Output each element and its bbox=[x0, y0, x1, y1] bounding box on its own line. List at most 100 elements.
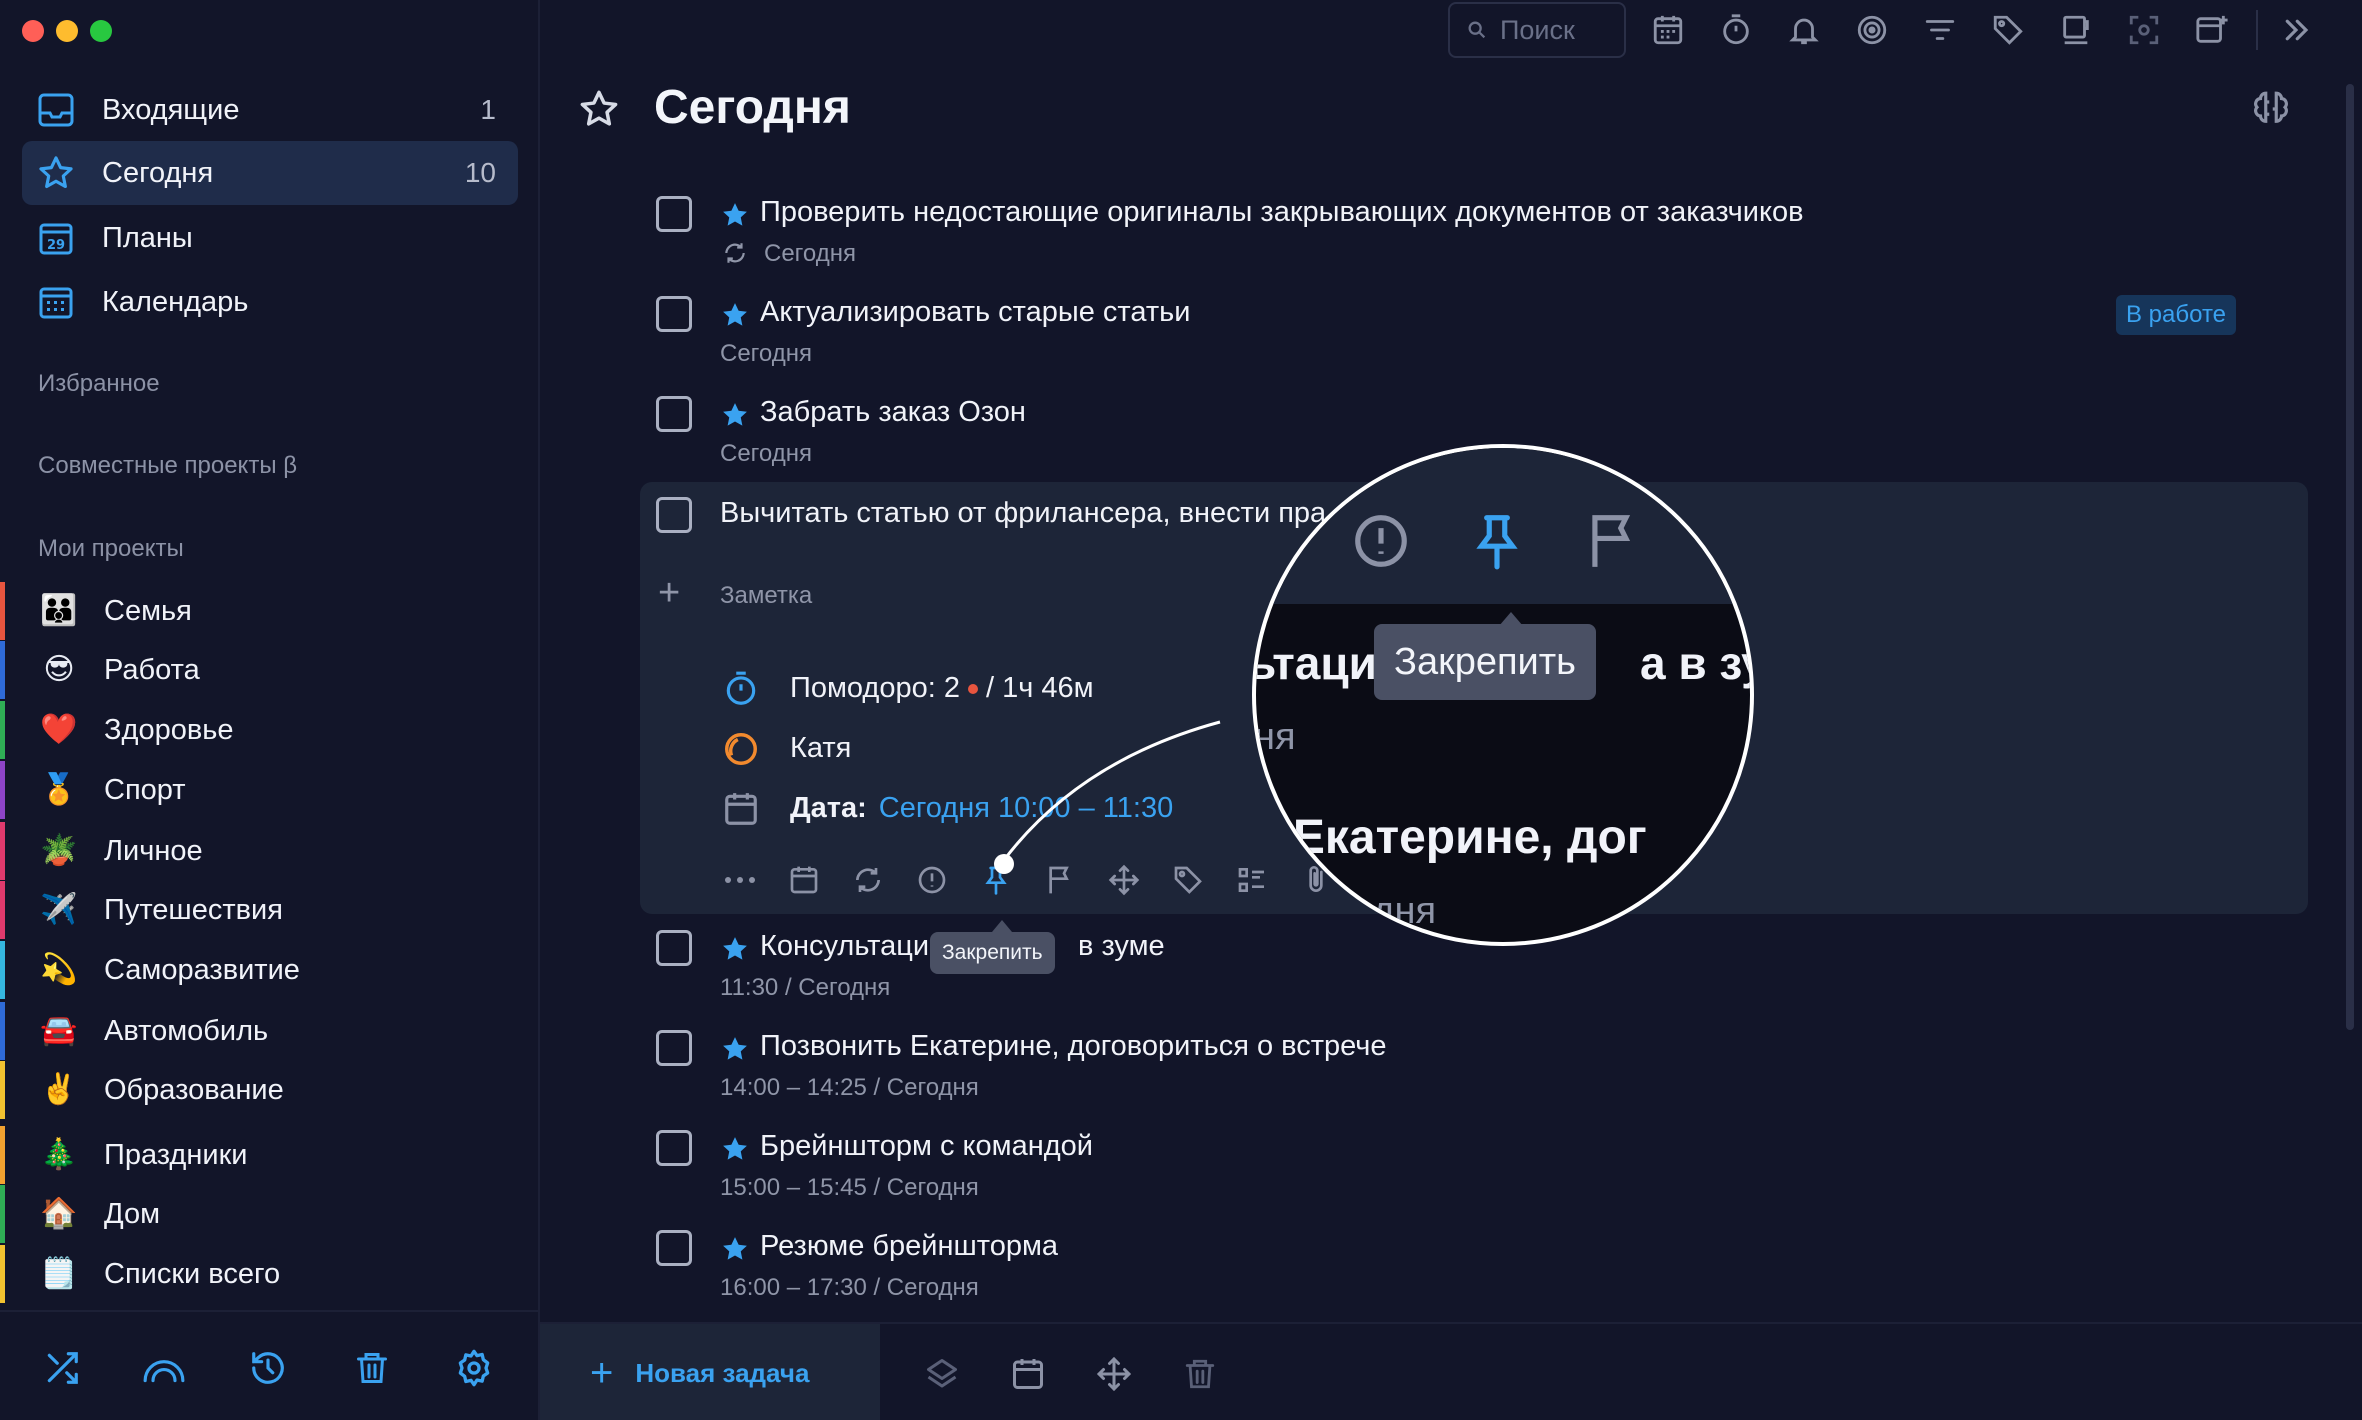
sidebar-item-inbox[interactable]: Входящие 1 bbox=[22, 78, 518, 142]
task-row[interactable]: Брейншторм с командой 15:00 – 15:45 / Се… bbox=[640, 1130, 2310, 1210]
rainbow-icon[interactable] bbox=[142, 1346, 186, 1390]
date-row[interactable]: Дата: Сегодня 10:00 – 11:30 bbox=[790, 792, 1173, 825]
flag-icon[interactable] bbox=[1042, 862, 1078, 898]
project-label: Работа bbox=[104, 653, 200, 686]
project-personal[interactable]: 🪴 Личное bbox=[0, 822, 540, 880]
task-checkbox[interactable] bbox=[656, 1030, 692, 1066]
tag-icon[interactable] bbox=[1988, 10, 2028, 50]
settings-gear-icon[interactable] bbox=[452, 1346, 496, 1390]
project-work[interactable]: 😎 Работа bbox=[0, 641, 540, 699]
new-task-button[interactable]: + Новая задача bbox=[540, 1324, 880, 1420]
task-date: 16:00 – 17:30 / Сегодня bbox=[720, 1274, 979, 1301]
magnified-task-text: а в зум bbox=[1640, 637, 1750, 689]
scrollbar-thumb[interactable] bbox=[2346, 84, 2354, 1030]
calendar-icon[interactable] bbox=[1648, 10, 1688, 50]
move-arrows-icon[interactable] bbox=[1094, 1354, 1134, 1394]
sidebar-bottom-toolbar bbox=[0, 1310, 540, 1420]
sidebar-item-plans[interactable]: 29 Планы bbox=[22, 206, 518, 270]
priority-exclamation-icon[interactable] bbox=[914, 862, 950, 898]
filter-icon[interactable] bbox=[1920, 10, 1960, 50]
project-label: Здоровье bbox=[104, 713, 234, 746]
project-lists[interactable]: 🗒️ Списки всего bbox=[0, 1245, 540, 1303]
task-row[interactable]: Проверить недостающие оригиналы закрываю… bbox=[640, 196, 2310, 276]
search-input[interactable]: Поиск bbox=[1448, 2, 1626, 58]
shuffle-icon[interactable] bbox=[40, 1346, 84, 1390]
task-date: 11:30 / Сегодня bbox=[720, 974, 891, 1001]
project-family[interactable]: 👪 Семья bbox=[0, 582, 540, 640]
project-education[interactable]: ✌️ Образование bbox=[0, 1061, 540, 1119]
brain-icon[interactable] bbox=[2250, 88, 2292, 130]
task-checkbox[interactable] bbox=[656, 930, 692, 966]
calendar-icon[interactable] bbox=[786, 862, 822, 898]
sidebar-item-today[interactable]: Сегодня 10 bbox=[22, 141, 518, 205]
family-emoji-icon: 👪 bbox=[40, 593, 78, 628]
move-arrows-icon[interactable] bbox=[1106, 862, 1142, 898]
checklist-icon[interactable] bbox=[1234, 862, 1270, 898]
assignee-row[interactable]: Катя bbox=[790, 732, 851, 765]
magnified-task-text: ьтаци bbox=[1252, 637, 1377, 689]
focus-target-icon[interactable] bbox=[1852, 10, 1892, 50]
screenshot-icon[interactable] bbox=[2124, 10, 2164, 50]
project-health[interactable]: ❤️ Здоровье bbox=[0, 701, 540, 759]
project-travel[interactable]: ✈️ Путешествия bbox=[0, 881, 540, 939]
bell-icon[interactable] bbox=[1784, 10, 1824, 50]
add-window-icon[interactable] bbox=[2192, 10, 2232, 50]
project-self-development[interactable]: 💫 Саморазвитие bbox=[0, 941, 540, 999]
sunglasses-emoji-icon: 😎 bbox=[43, 652, 75, 687]
date-value[interactable]: Сегодня 10:00 – 11:30 bbox=[879, 792, 1173, 825]
coffee-cup-icon[interactable] bbox=[2056, 10, 2096, 50]
task-row[interactable]: Актуализировать старые статьи Сегодня bbox=[640, 296, 2310, 376]
task-date: 15:00 – 15:45 / Сегодня bbox=[720, 1174, 979, 1201]
pomodoro-timer-icon bbox=[726, 671, 756, 705]
status-badge[interactable]: В работе bbox=[2116, 295, 2237, 335]
task-checkbox[interactable] bbox=[656, 296, 692, 332]
task-checkbox[interactable] bbox=[656, 1230, 692, 1266]
star-filled-icon bbox=[723, 1237, 747, 1260]
calendar-icon[interactable] bbox=[1008, 1354, 1048, 1394]
shared-projects-section-label[interactable]: Совместные проекты β bbox=[38, 452, 297, 480]
chevron-double-right-icon[interactable] bbox=[2276, 10, 2316, 50]
star-outline-icon[interactable] bbox=[578, 88, 620, 130]
project-home[interactable]: 🏠 Дом bbox=[0, 1185, 540, 1243]
star-filled-icon bbox=[723, 303, 747, 326]
task-checkbox[interactable] bbox=[656, 497, 692, 533]
note-input-placeholder[interactable]: Заметка bbox=[720, 582, 812, 610]
sidebar-item-count: 10 bbox=[464, 157, 496, 188]
task-title[interactable]: Вычитать статью от фрилансера, внести пр… bbox=[720, 497, 1326, 530]
dizzy-emoji-icon: 💫 bbox=[40, 952, 78, 987]
project-label: Семья bbox=[104, 594, 192, 627]
history-icon[interactable] bbox=[246, 1346, 290, 1390]
scrollbar[interactable] bbox=[2346, 84, 2354, 1030]
repeat-icon[interactable] bbox=[850, 862, 886, 898]
trash-icon[interactable] bbox=[1180, 1354, 1220, 1394]
project-sport[interactable]: 🏅 Спорт bbox=[0, 761, 540, 819]
project-label: Путешествия bbox=[104, 893, 283, 926]
timer-icon[interactable] bbox=[1716, 10, 1756, 50]
project-car[interactable]: 🚘 Автомобиль bbox=[0, 1002, 540, 1060]
trash-icon[interactable] bbox=[350, 1346, 394, 1390]
task-checkbox[interactable] bbox=[656, 196, 692, 232]
layers-icon[interactable] bbox=[922, 1354, 962, 1394]
project-holidays[interactable]: 🎄 Праздники bbox=[0, 1126, 540, 1184]
calendar-grid-icon bbox=[36, 282, 76, 322]
favorites-section-label[interactable]: Избранное bbox=[38, 370, 160, 398]
window-minimize-button[interactable] bbox=[56, 20, 78, 42]
sidebar: Входящие 1 Сегодня 10 29 Планы Календарь… bbox=[0, 0, 540, 1420]
task-row[interactable]: Резюме брейншторма 16:00 – 17:30 / Сегод… bbox=[640, 1230, 2310, 1310]
task-checkbox[interactable] bbox=[656, 396, 692, 432]
window-close-button[interactable] bbox=[22, 20, 44, 42]
pin-icon[interactable] bbox=[978, 862, 1014, 898]
task-checkbox[interactable] bbox=[656, 1130, 692, 1166]
task-row[interactable]: Позвонить Екатерине, договориться о встр… bbox=[640, 1030, 2310, 1110]
window-zoom-button[interactable] bbox=[90, 20, 112, 42]
project-color-bar bbox=[0, 822, 5, 880]
pomodoro-row[interactable]: Помодоро: 2 / 1ч 46м bbox=[790, 672, 1094, 705]
plant-emoji-icon: 🪴 bbox=[40, 833, 78, 868]
new-task-label: Новая задача bbox=[635, 1357, 810, 1388]
sidebar-item-calendar[interactable]: Календарь bbox=[22, 270, 518, 334]
add-note-plus-icon[interactable]: + bbox=[658, 574, 680, 612]
tag-icon[interactable] bbox=[1170, 862, 1206, 898]
more-dots-icon[interactable] bbox=[722, 862, 758, 898]
my-projects-section-label[interactable]: Мои проекты bbox=[38, 535, 184, 563]
star-filled-icon bbox=[723, 203, 747, 226]
